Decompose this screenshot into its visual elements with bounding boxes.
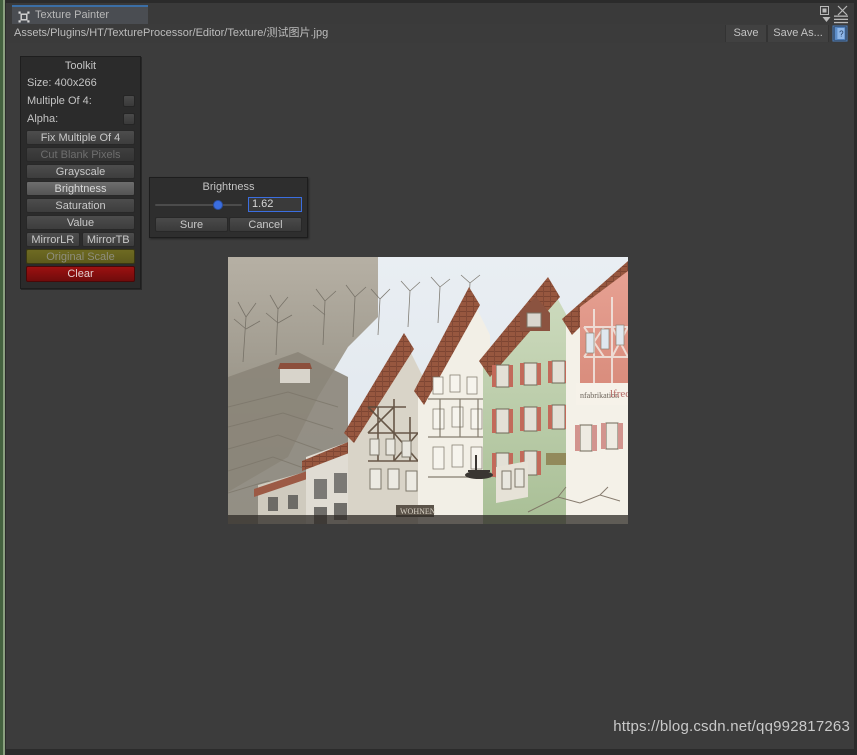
multiple-of-4-label: Multiple Of 4:	[27, 95, 92, 107]
mirror-button-group: MirrorLR MirrorTB	[26, 232, 135, 247]
svg-text:lfred: lfred	[610, 388, 628, 400]
unity-editor-window: Texture Painter Assets/Plugins/HT/Textur…	[6, 3, 854, 749]
texture-preview[interactable]: nfabrikation lfred	[228, 257, 628, 524]
cut-blank-pixels-button[interactable]: Cut Blank Pixels	[26, 147, 135, 162]
texture-size-row: Size: 400x266	[21, 74, 140, 92]
alpha-label: Alpha:	[27, 113, 59, 125]
brightness-dialog-title: Brightness	[202, 181, 255, 193]
brightness-dialog-buttons: Sure Cancel	[155, 217, 302, 232]
saturation-button[interactable]: Saturation	[26, 198, 135, 213]
window-tabbar: Texture Painter	[6, 3, 854, 24]
texture-size-label: Size: 400x266	[27, 77, 97, 89]
sure-button[interactable]: Sure	[155, 217, 228, 232]
brightness-dialog-body: 1.62 Sure Cancel	[150, 196, 307, 237]
help-book-icon[interactable]: ?	[832, 25, 848, 42]
grayscale-button[interactable]: Grayscale	[26, 164, 135, 179]
mirror-tb-button[interactable]: MirrorTB	[81, 232, 135, 247]
texture-painter-icon	[18, 11, 30, 23]
watermark-url: https://blog.csdn.net/qq992817263	[613, 718, 850, 735]
brightness-dialog: Brightness 1.62 Sure Cancel	[149, 177, 308, 238]
asset-path-field[interactable]: Assets/Plugins/HT/TextureProcessor/Edito…	[14, 26, 720, 41]
toolkit-title: Toolkit	[64, 60, 97, 72]
slider-track-line	[155, 204, 242, 206]
brightness-slider[interactable]	[155, 196, 242, 213]
alpha-checkbox[interactable]	[123, 113, 135, 125]
svg-text:?: ?	[839, 30, 844, 39]
multiple-of-4-checkbox[interactable]	[123, 95, 135, 107]
multiple-of-4-row: Multiple Of 4:	[21, 92, 140, 110]
tab-texture-painter[interactable]: Texture Painter	[12, 5, 148, 24]
cancel-button[interactable]: Cancel	[229, 217, 302, 232]
value-button[interactable]: Value	[26, 215, 135, 230]
clear-button[interactable]: Clear	[26, 266, 135, 282]
brightness-value-input[interactable]: 1.62	[248, 197, 302, 212]
editor-canvas: Toolkit Size: 400x266 Multiple Of 4: Alp…	[6, 43, 854, 749]
toolkit-panel: Toolkit Size: 400x266 Multiple Of 4: Alp…	[20, 56, 141, 289]
brightness-button[interactable]: Brightness	[26, 181, 135, 196]
mirror-lr-button[interactable]: MirrorLR	[26, 232, 80, 247]
asset-toolbar: Assets/Plugins/HT/TextureProcessor/Edito…	[6, 24, 854, 44]
half-timbered-houses-photo: nfabrikation lfred	[228, 257, 628, 524]
save-as-button[interactable]: Save As...	[767, 25, 829, 42]
save-button[interactable]: Save	[725, 25, 767, 42]
screenshot-root: Texture Painter Assets/Plugins/HT/Textur…	[0, 0, 857, 755]
brightness-slider-row: 1.62	[155, 196, 302, 213]
alpha-row: Alpha:	[21, 110, 140, 128]
fix-multiple-of-4-button[interactable]: Fix Multiple Of 4	[26, 130, 135, 145]
svg-text:WOHNEN: WOHNEN	[400, 507, 436, 516]
tab-label: Texture Painter	[35, 9, 109, 21]
slider-handle[interactable]	[212, 200, 223, 210]
original-scale-button[interactable]: Original Scale	[26, 249, 135, 264]
